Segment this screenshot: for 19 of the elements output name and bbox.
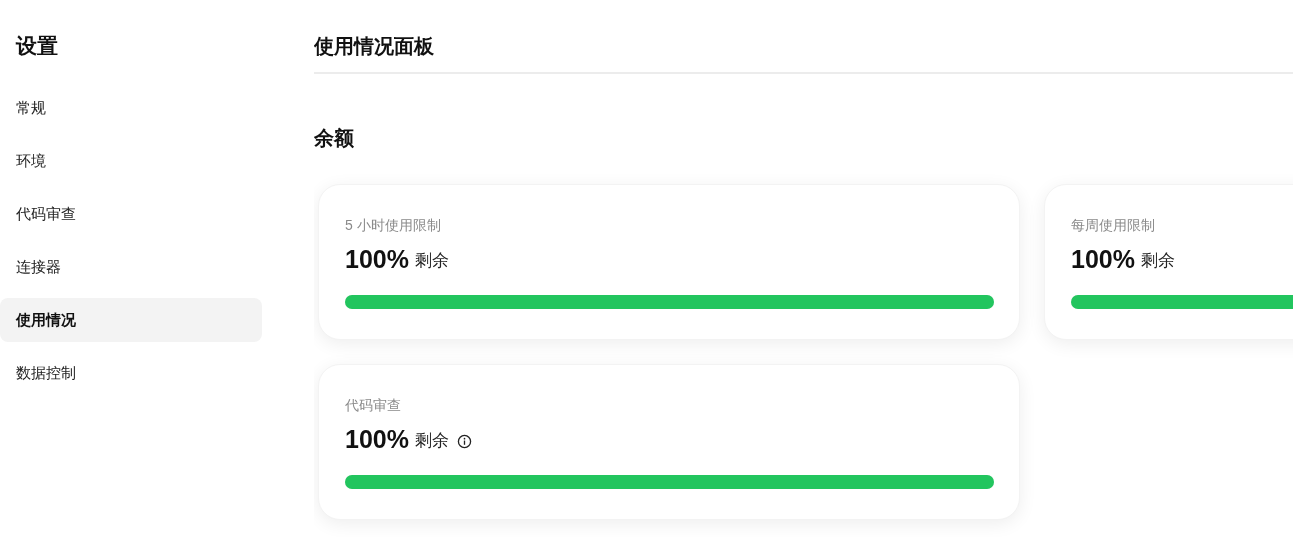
- limit-label: 5 小时使用限制: [345, 216, 442, 235]
- remaining-label: 剩余: [414, 430, 449, 453]
- limit-label: 每周使用限制: [1071, 216, 1156, 235]
- remaining-label: 剩余: [1140, 250, 1175, 273]
- sidebar-item[interactable]: 常规: [0, 86, 262, 130]
- sidebar-item[interactable]: 代码审查: [0, 192, 262, 236]
- sidebar-title: 设置: [14, 33, 59, 59]
- limit-label: 代码审查: [345, 396, 402, 415]
- sidebar-item[interactable]: 连接器: [0, 245, 262, 289]
- sidebar-item[interactable]: 数据控制: [0, 351, 262, 395]
- section-title: 余额: [314, 126, 355, 151]
- percent-value: 100%: [345, 244, 409, 275]
- remaining-label: 剩余: [414, 250, 449, 273]
- percent-value: 100%: [1071, 244, 1135, 275]
- percent-value: 100%: [345, 424, 409, 455]
- sidebar-item[interactable]: 使用情况: [0, 298, 262, 342]
- info-icon[interactable]: [456, 433, 472, 449]
- page-title: 使用情况面板: [314, 0, 1293, 74]
- sidebar-item[interactable]: 环境: [0, 139, 262, 183]
